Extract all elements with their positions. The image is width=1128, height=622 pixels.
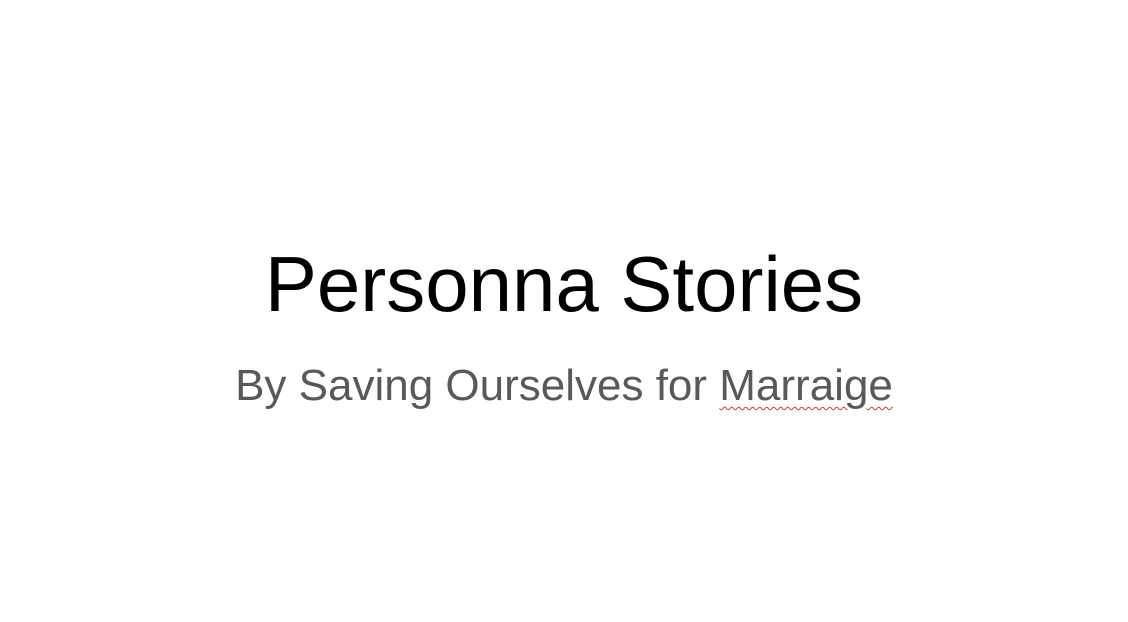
spellcheck-flagged-word[interactable]: Marraige [719,361,893,410]
slide-canvas[interactable]: Personna Stories By Saving Ourselves for… [0,0,1128,622]
slide-subtitle[interactable]: By Saving Ourselves for Marraige [0,358,1128,414]
subtitle-text: By Saving Ourselves for [235,361,720,410]
slide-title[interactable]: Personna Stories [0,236,1128,332]
